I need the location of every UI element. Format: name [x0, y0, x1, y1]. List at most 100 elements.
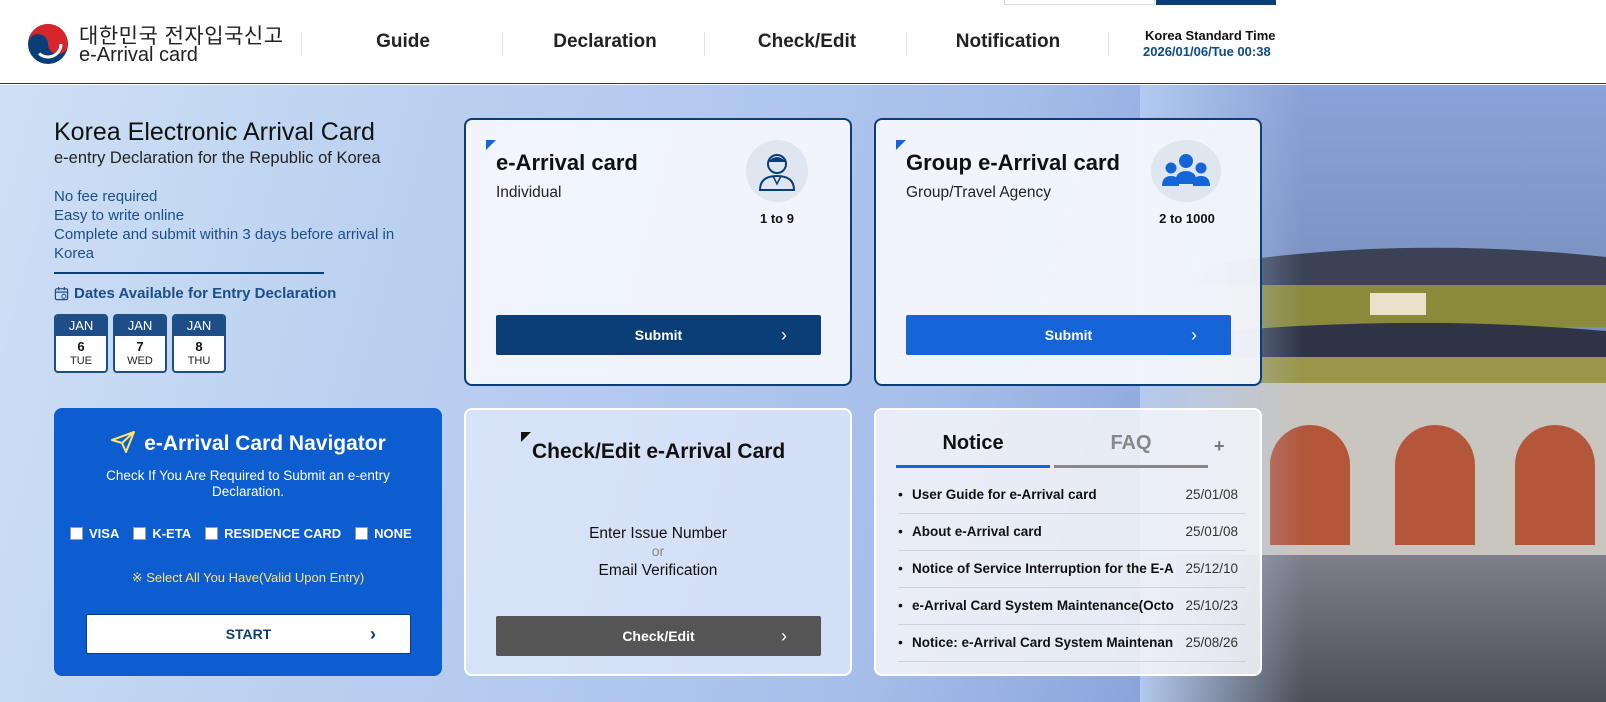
notice-date: 25/01/08	[1185, 487, 1238, 502]
chevron-right-icon: ›	[781, 626, 787, 646]
intro-point: No fee required	[54, 188, 158, 205]
k-eta-checkbox[interactable]: K-ETA	[133, 526, 191, 541]
check-edit-panel: Check/Edit e-Arrival Card Enter Issue Nu…	[464, 408, 852, 676]
tab-notice[interactable]: Notice	[896, 432, 1050, 468]
checkbox-box[interactable]	[205, 527, 219, 540]
document-options: VISA K-ETA RESIDENCE CARD NONE	[70, 526, 412, 541]
individual-card-subtitle: Individual	[496, 184, 562, 201]
visa-checkbox[interactable]: VISA	[70, 526, 119, 541]
checkbox-box[interactable]	[355, 527, 369, 540]
nav-divider	[301, 32, 302, 56]
date-month: JAN	[115, 316, 165, 336]
chevron-right-icon: ›	[781, 325, 787, 345]
notice-date: 25/12/10	[1185, 561, 1238, 576]
top-utility-box[interactable]	[1004, 0, 1155, 5]
card-corner-mark	[896, 140, 906, 150]
individual-submit-button[interactable]: Submit ›	[496, 315, 821, 355]
taegeuk-logo-icon[interactable]	[27, 23, 69, 65]
bullet: •	[898, 523, 903, 539]
time-zone-label: Korea Standard Time	[1145, 28, 1276, 43]
navigator-title: e-Arrival Card Navigator	[54, 430, 442, 456]
group-card-title: Group e-Arrival card	[906, 150, 1120, 175]
date-weekday: TUE	[70, 355, 92, 367]
date-month: JAN	[56, 316, 106, 336]
logo-english-text[interactable]: e-Arrival card	[79, 44, 198, 67]
calendar-icon	[54, 286, 69, 301]
nav-divider	[1108, 32, 1109, 56]
checkbox-label: K-ETA	[152, 526, 192, 541]
date-day: 6	[77, 339, 85, 354]
check-edit-button[interactable]: Check/Edit ›	[496, 616, 821, 656]
navigator-description: Check If You Are Required to Submit an e…	[106, 468, 390, 499]
date-chip: JAN 6 TUE	[54, 314, 108, 373]
notice-item[interactable]: • Notice of Service Interruption for the…	[898, 552, 1246, 588]
card-corner-mark	[486, 140, 496, 150]
date-weekday: THU	[187, 355, 211, 367]
checkbox-label: RESIDENCE CARD	[224, 526, 342, 541]
bullet: •	[898, 597, 903, 613]
notice-item[interactable]: • Notice: e-Arrival Card System Maintena…	[898, 626, 1246, 662]
notice-title[interactable]: Notice of Service Interruption for the E…	[912, 561, 1182, 576]
none-checkbox[interactable]: NONE	[355, 526, 412, 541]
chevron-right-icon: ›	[370, 624, 376, 644]
bullet: •	[898, 634, 903, 650]
navigator-title-label: e-Arrival Card Navigator	[144, 432, 386, 455]
group-count: 2 to 1000	[1159, 211, 1215, 226]
checkbox-box[interactable]	[133, 527, 147, 540]
notice-date: 25/08/26	[1185, 635, 1238, 650]
notice-panel: Notice FAQ + • User Guide for e-Arrival …	[874, 408, 1262, 676]
more-button[interactable]: +	[1214, 436, 1225, 457]
intro-title: Korea Electronic Arrival Card	[54, 118, 375, 146]
checkbox-label: NONE	[374, 526, 412, 541]
intro-subtitle: e-entry Declaration for the Republic of …	[54, 149, 381, 167]
notice-date: 25/01/08	[1185, 524, 1238, 539]
group-card: Group e-Arrival card Group/Travel Agency…	[874, 118, 1262, 386]
card-corner-mark	[521, 432, 531, 442]
checkbox-box[interactable]	[70, 527, 83, 540]
group-submit-button[interactable]: Submit ›	[906, 315, 1231, 355]
notice-title[interactable]: e-Arrival Card System Maintenance(Octo	[912, 598, 1182, 613]
check-edit-label: Check/Edit	[622, 628, 695, 644]
nav-check-edit[interactable]: Check/Edit	[744, 31, 870, 53]
bullet: •	[898, 560, 903, 576]
check-edit-line1: Enter Issue Number	[589, 525, 727, 542]
chevron-right-icon: ›	[1191, 325, 1197, 345]
navigator-note: ※ Select All You Have(Valid Upon Entry)	[131, 570, 365, 585]
date-month: JAN	[174, 316, 224, 336]
individual-count: 1 to 9	[760, 211, 794, 226]
nav-divider	[502, 32, 503, 56]
bullet: •	[898, 486, 903, 502]
nav-divider	[906, 32, 907, 56]
notice-title[interactable]: Notice: e-Arrival Card System Maintenan	[912, 635, 1182, 650]
nav-guide[interactable]: Guide	[344, 31, 462, 53]
individual-card-title: e-Arrival card	[496, 150, 638, 175]
nav-notification[interactable]: Notification	[940, 31, 1076, 53]
date-chip: JAN 8 THU	[172, 314, 226, 373]
notice-title[interactable]: User Guide for e-Arrival card	[912, 487, 1182, 502]
notice-item[interactable]: • e-Arrival Card System Maintenance(Octo…	[898, 589, 1246, 625]
date-day: 8	[195, 339, 203, 354]
group-card-subtitle: Group/Travel Agency	[906, 184, 1052, 201]
date-chip: JAN 7 WED	[113, 314, 167, 373]
group-icon	[1151, 140, 1221, 202]
date-day: 7	[136, 339, 144, 354]
check-edit-line2: Email Verification	[598, 562, 718, 579]
notice-item[interactable]: • About e-Arrival card 25/01/08	[898, 515, 1246, 551]
person-icon	[746, 140, 808, 202]
submit-label: Submit	[1044, 327, 1093, 343]
intro-point: Complete and submit within 3 days before…	[54, 226, 395, 262]
notice-item[interactable]: • User Guide for e-Arrival card 25/01/08	[898, 478, 1246, 514]
individual-card: e-Arrival card Individual 1 to 9 Submit …	[464, 118, 852, 386]
nav-divider	[704, 32, 705, 56]
paper-plane-icon	[111, 431, 136, 453]
notice-title[interactable]: About e-Arrival card	[912, 524, 1182, 539]
intro-point: Easy to write online	[54, 207, 185, 224]
site-header: 대한민국 전자입국신고 e-Arrival card Guide Declara…	[0, 0, 1606, 84]
top-utility-tab[interactable]	[1156, 0, 1276, 5]
check-edit-or: or	[651, 543, 665, 559]
tab-faq[interactable]: FAQ	[1054, 432, 1208, 468]
intro-points: No fee required Easy to write online Com…	[54, 187, 434, 263]
nav-declaration[interactable]: Declaration	[534, 31, 676, 53]
start-button[interactable]: START ›	[86, 614, 411, 654]
residence-card-checkbox[interactable]: RESIDENCE CARD	[205, 526, 341, 541]
